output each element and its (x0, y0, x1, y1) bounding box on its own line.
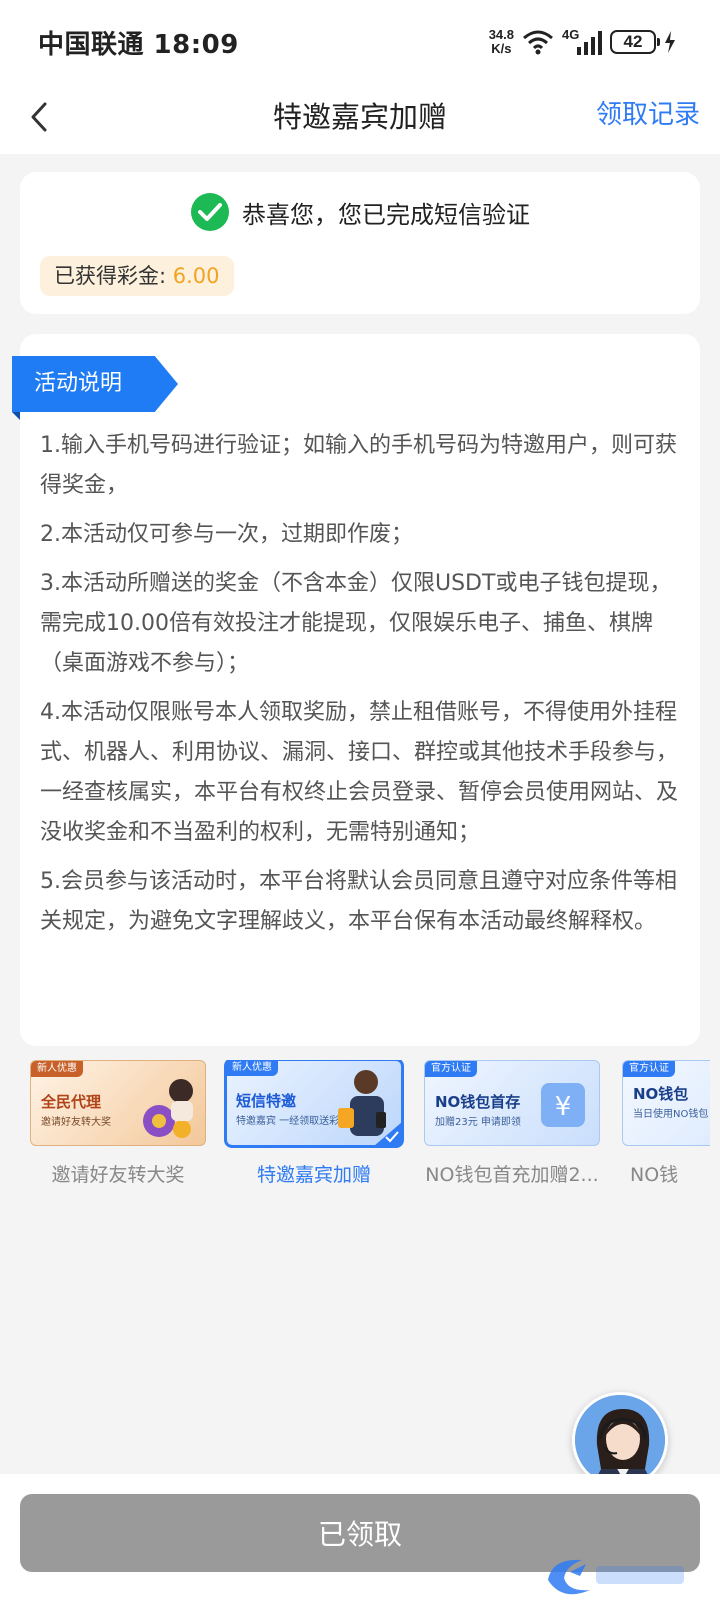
nav-bar: 特邀嘉宾加赠 领取记录 (0, 80, 720, 154)
wallet-icon: ¥ (541, 1083, 585, 1127)
promo-card[interactable]: 新人优惠 全民代理 邀请好友转大奖 邀请好友转大奖 (30, 1060, 210, 1187)
status-bar: 中国联通 18:09 34.8 K/s 4G 42 (0, 0, 720, 80)
status-icons: 34.8 K/s 4G 42 (489, 22, 676, 62)
net-speed: 34.8 K/s (488, 27, 514, 56)
rule-item: 5.会员参与该活动时，本平台将默认会员同意且遵守对应条件等相关规定，为避免文字理… (40, 869, 677, 934)
promo-card[interactable]: 官方认证 NO钱包 当日使用NO钱包 NO钱 (622, 1060, 710, 1187)
bonus-label: 已获得彩金: (54, 264, 173, 288)
rule-item: 1.输入手机号码进行验证；如输入的手机号码为特邀用户，则可获得奖金， (40, 433, 677, 498)
promo-label: 特邀嘉宾加赠 (256, 1164, 371, 1186)
watermark-logo-icon (548, 1559, 684, 1595)
signal-icon (577, 31, 602, 55)
promo-label: NO钱 (630, 1164, 679, 1186)
wifi-icon (523, 30, 553, 55)
battery-indicator: 42 (610, 30, 660, 54)
promo-image: 官方认证 NO钱包 当日使用NO钱包 (622, 1060, 710, 1146)
promo-label: NO钱包首充加赠2... (425, 1164, 599, 1186)
bottom-bar: 已领取 (0, 1474, 720, 1610)
activity-rules-card: 活动说明 1.输入手机号码进行验证；如输入的手机号码为特邀用户，则可获得奖金， … (12, 334, 700, 1046)
rule-item: 3.本活动所赠送的奖金（不含本金）仅限USDT或电子钱包提现，需完成10.00倍… (40, 571, 672, 676)
charging-icon (665, 31, 675, 53)
verification-status: 恭喜您，您已完成短信验证 (20, 192, 700, 232)
promo-image: 新人优惠 全民代理 邀请好友转大奖 (30, 1060, 206, 1146)
verification-card: 恭喜您，您已完成短信验证 已获得彩金: 6.00 (20, 172, 700, 314)
rules-tag-fold (12, 412, 20, 420)
promo-card[interactable]: 官方认证 NO钱包首存 加赠23元 申请即领 ¥ NO钱包首充加赠2... (424, 1060, 604, 1187)
network-type: 4G (562, 27, 602, 57)
bonus-value: 6.00 (172, 264, 220, 288)
rule-item: 2.本活动仅可参与一次，过期即作废； (40, 522, 413, 547)
bonus-badge: 已获得彩金: 6.00 (40, 256, 234, 296)
rules-tag: 活动说明 (12, 356, 178, 412)
promo-image: 官方认证 NO钱包首存 加赠23元 申请即领 ¥ (424, 1060, 600, 1146)
promo-label: 邀请好友转大奖 (51, 1164, 185, 1186)
rule-item: 4.本活动仅限账号本人领取奖励，禁止租借账号，不得使用外挂程式、机器人、利用协议… (40, 700, 679, 845)
promo-carousel[interactable]: 新人优惠 全民代理 邀请好友转大奖 邀请好友转大奖 新人优惠 短信特邀 特邀嘉宾… (30, 1060, 710, 1190)
rules-list: 1.输入手机号码进行验证；如输入的手机号码为特邀用户，则可获得奖金， 2.本活动… (40, 426, 680, 951)
phone-icon (338, 1070, 386, 1136)
svg-text:¥: ¥ (555, 1092, 572, 1122)
check-icon (385, 1131, 399, 1143)
claim-records-link[interactable]: 领取记录 (596, 94, 700, 131)
verification-message: 恭喜您，您已完成短信验证 (242, 200, 530, 229)
carrier-time: 中国联通 18:09 (38, 30, 239, 60)
prize-wheel-icon (143, 1079, 193, 1138)
promo-card-active[interactable]: 新人优惠 短信特邀 特邀嘉宾 一经领取送彩金 特邀嘉宾加赠 (224, 1060, 406, 1187)
promo-image: 新人优惠 短信特邀 特邀嘉宾 一经领取送彩金 (224, 1060, 404, 1148)
check-circle-icon (191, 193, 229, 231)
